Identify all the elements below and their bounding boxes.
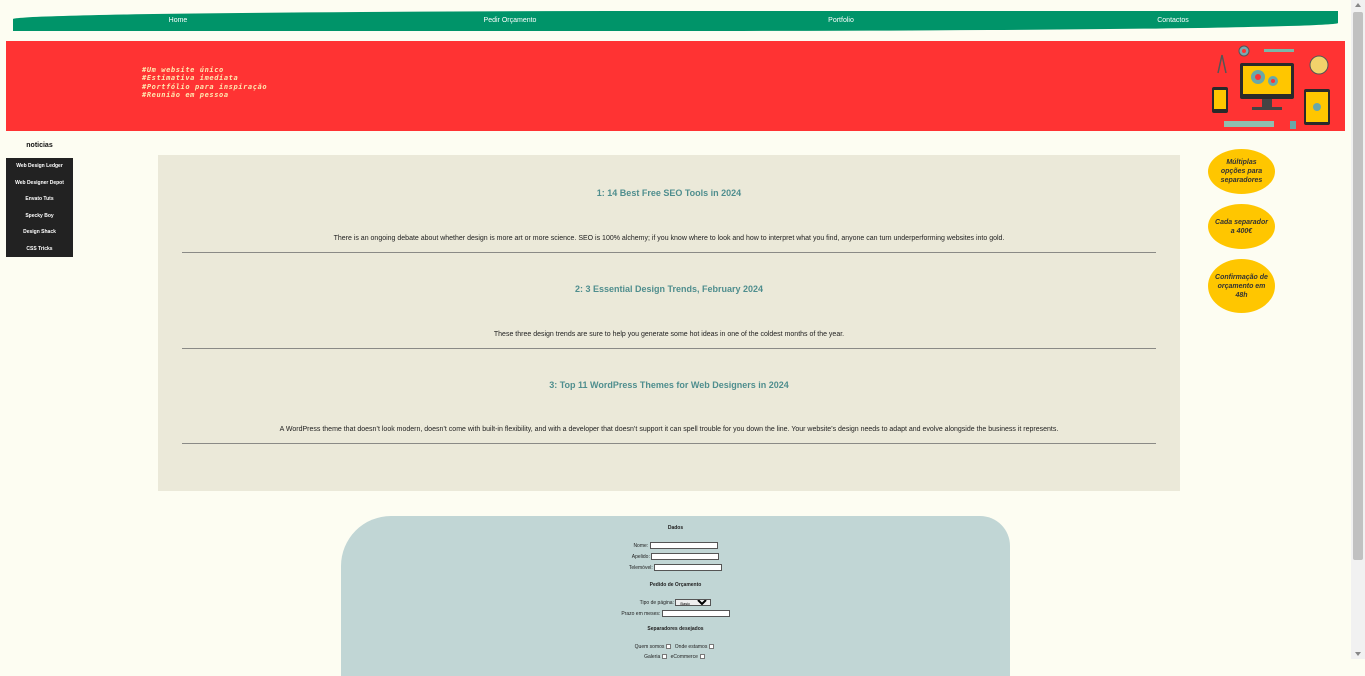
feature-bubble: Cada separador a 400€ (1208, 204, 1275, 249)
sidebar-link-design-shack[interactable]: Design Shack (6, 229, 73, 235)
tagline: #Um website único (142, 66, 224, 74)
top-nav: Home Pedir Orçamento Portfolio Contactos (13, 11, 1338, 31)
surname-row: Apelido: (341, 553, 1010, 560)
surname-label: Apelido: (631, 553, 650, 560)
form-section-separators: Separadores desejados (647, 626, 704, 632)
sep-gallery-label: Galeria (644, 654, 661, 660)
sep-where-label: Onde estamos (674, 644, 708, 650)
hero-banner: #Um website único #Estimativa imediata #… (6, 41, 1345, 131)
sep-about-checkbox[interactable] (666, 644, 672, 650)
post-item: 3: Top 11 WordPress Themes for Web Desig… (182, 375, 1156, 444)
nav-portfolio-link[interactable]: Portfolio (828, 11, 854, 31)
sep-about-label: Quem somos (634, 644, 665, 650)
feature-bubble: Confirmação de orçamento em 48h (1208, 259, 1275, 313)
sep-ecommerce-checkbox[interactable] (699, 654, 705, 660)
web-design-illustration (1212, 45, 1330, 129)
sep-where-checkbox[interactable] (709, 644, 715, 650)
sidebar-link-envato-tuts[interactable]: Envato Tuts (6, 196, 73, 202)
scrollbar-thumb[interactable] (1353, 12, 1363, 560)
phone-label: Telemóvel: (628, 564, 653, 571)
phone-field[interactable] (654, 564, 723, 571)
phone-row: Telemóvel: (341, 564, 1010, 571)
news-sidebar: Web Design Ledger Web Designer Depot Env… (6, 158, 73, 257)
news-feed: 1: 14 Best Free SEO Tools in 2024 There … (158, 155, 1180, 491)
post-summary: A WordPress theme that doesn’t look mode… (279, 426, 1059, 433)
sidebar-link-css-tricks[interactable]: CSS Tricks (6, 246, 73, 252)
page-type-row: Tipo de página: Basic (341, 599, 1010, 606)
sep-ecommerce-label: eCommerce (670, 654, 698, 660)
post-title[interactable]: 1: 14 Best Free SEO Tools in 2024 (182, 188, 1156, 198)
post-summary: These three design trends are sure to he… (493, 331, 845, 338)
post-item: 1: 14 Best Free SEO Tools in 2024 There … (182, 183, 1156, 253)
separators-row-1: Quem somos Onde estamos (341, 644, 1010, 650)
post-title[interactable]: 2: 3 Essential Design Trends, February 2… (182, 284, 1156, 294)
deadline-field[interactable] (661, 610, 730, 617)
nav-quote-link[interactable]: Pedir Orçamento (484, 11, 537, 31)
name-field[interactable] (649, 542, 718, 549)
form-section-data: Dados (667, 525, 684, 531)
feature-bubble: Múltiplas opções para separadores (1208, 149, 1275, 194)
tagline: #Portfólio para inspiração (142, 82, 268, 91)
nav-contacts-link[interactable]: Contactos (1157, 11, 1189, 31)
page-scrollbar[interactable] (1351, 0, 1365, 659)
surname-field[interactable] (651, 553, 720, 560)
sidebar-link-web-design-ledger[interactable]: Web Design Ledger (6, 163, 73, 169)
sidebar-link-web-designer-depot[interactable]: Web Designer Depot (6, 180, 73, 186)
scroll-down-icon[interactable] (1355, 652, 1361, 656)
tagline: #Estimativa imediata (142, 74, 239, 83)
separators-row-2: Galeria eCommerce (341, 654, 1010, 660)
sep-gallery-checkbox[interactable] (662, 654, 668, 660)
scroll-up-icon[interactable] (1355, 3, 1361, 7)
sidebar-link-specky-boy[interactable]: Specky Boy (6, 213, 73, 219)
post-title[interactable]: 3: Top 11 WordPress Themes for Web Desig… (182, 380, 1156, 390)
name-row: Nome: (341, 542, 1010, 549)
name-label: Nome: (633, 542, 649, 549)
form-section-quote: Pedido de Orçamento (649, 582, 702, 588)
deadline-label: Prazo em meses: (621, 610, 661, 617)
post-summary: There is an ongoing debate about whether… (333, 235, 1005, 242)
nav-home-link[interactable]: Home (169, 11, 188, 31)
deadline-row: Prazo em meses: (341, 610, 1010, 617)
page-type-select[interactable]: Basic (675, 599, 712, 606)
page-type-label: Tipo de página: (639, 599, 674, 606)
tagline: #Reunião em pessoa (142, 91, 229, 100)
news-sidebar-title: noticias (26, 142, 53, 149)
quote-form: Dados Nome: Apelido: Telemóvel: Pedido d… (341, 516, 1010, 676)
post-item: 2: 3 Essential Design Trends, February 2… (182, 279, 1156, 349)
banner-taglines: #Um website único #Estimativa imediata #… (142, 66, 267, 100)
